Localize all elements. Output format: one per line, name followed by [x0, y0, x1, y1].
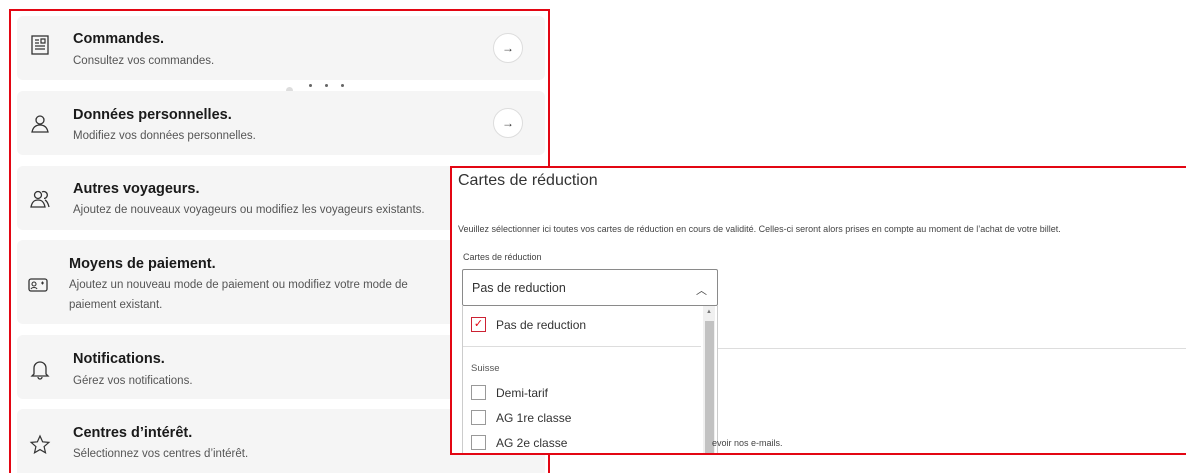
group-label-switzerland: Suisse — [471, 363, 500, 374]
scroll-up-icon[interactable]: ▲ — [706, 309, 712, 315]
payment-card-icon — [27, 274, 49, 296]
scrollbar-thumb[interactable] — [705, 321, 714, 453]
option-label: AG 2e classe — [496, 436, 568, 450]
notifications-description: Gérez vos notifications. — [73, 375, 193, 387]
orders-icon — [29, 34, 51, 56]
reduction-cards-intro: Veuillez sélectionner ici toutes vos car… — [458, 224, 1061, 234]
arrow-right-icon: → — [502, 116, 514, 130]
reduction-cards-dropdown: ✓ Pas de reduction Suisse Demi-tarif AG … — [462, 306, 718, 453]
interests-description: Sélectionnez vos centres d’intérêt. — [73, 448, 249, 460]
checkbox-icon[interactable] — [471, 385, 486, 400]
reduction-cards-select[interactable]: Pas de reduction ︿ — [462, 269, 718, 306]
orders-title: Commandes. — [73, 31, 165, 47]
personal-data-description: Modifiez vos données personnelles. — [73, 130, 256, 142]
divider — [718, 348, 1186, 349]
personal-data-title: Données personnelles. — [73, 107, 232, 123]
checkbox-icon[interactable] — [471, 410, 486, 425]
checkbox-checked-icon[interactable]: ✓ — [471, 317, 486, 332]
arrow-right-icon: → — [502, 41, 514, 55]
reduction-cards-panel: Cartes de réduction Veuillez sélectionne… — [450, 166, 1186, 455]
notifications-title: Notifications. — [73, 351, 165, 367]
personal-data-arrow-button[interactable]: → — [493, 108, 523, 138]
other-travellers-description: Ajoutez de nouveaux voyageurs ou modifie… — [73, 204, 425, 216]
orders-card[interactable]: Commandes. Consultez vos commandes. → — [17, 16, 545, 80]
payment-methods-description: Ajoutez un nouveau mode de paiement ou m… — [69, 279, 408, 311]
selected-value: Pas de reduction — [472, 281, 566, 295]
chevron-up-icon: ︿ — [696, 285, 707, 297]
option-label: Demi-tarif — [496, 386, 549, 400]
other-travellers-title: Autres voyageurs. — [73, 181, 200, 197]
person-icon — [29, 113, 51, 135]
reduction-cards-heading: Cartes de réduction — [458, 172, 598, 189]
option-label: Pas de reduction — [496, 318, 587, 332]
dropdown-divider — [463, 346, 701, 347]
bell-icon — [29, 358, 51, 380]
orders-description: Consultez vos commandes. — [73, 55, 215, 67]
payment-methods-title: Moyens de paiement. — [69, 256, 216, 272]
persons-icon — [29, 188, 51, 210]
star-icon — [29, 434, 51, 456]
personal-data-card[interactable]: Données personnelles. Modifiez vos donné… — [17, 91, 545, 155]
email-consent-text: evoir nos e-mails. — [712, 438, 783, 448]
orders-arrow-button[interactable]: → — [493, 33, 523, 63]
interests-title: Centres d’intérêt. — [73, 425, 193, 441]
option-label: AG 1re classe — [496, 411, 572, 425]
checkbox-icon[interactable] — [471, 435, 486, 450]
reduction-cards-field-label: Cartes de réduction — [463, 252, 542, 262]
dropdown-scrollbar[interactable]: ▲ — [703, 306, 715, 453]
